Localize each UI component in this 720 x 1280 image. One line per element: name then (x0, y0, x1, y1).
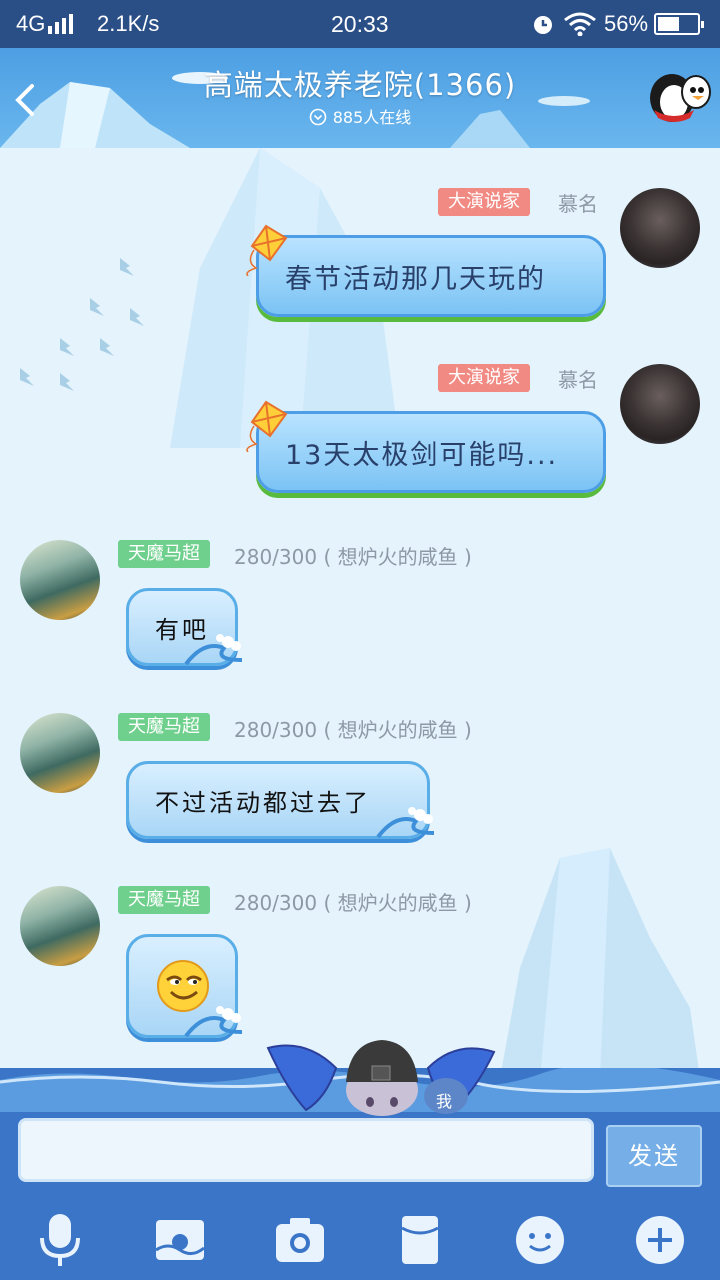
wave-decoration (376, 807, 435, 839)
plus-icon[interactable] (632, 1212, 688, 1268)
message-text: 不过活动都过去了 (155, 788, 371, 817)
message-item: 大演说家 慕名 春节活动那几天玩的 (0, 148, 720, 328)
message-item: 大演说家 慕名 13天太极剑可能吗... (0, 324, 720, 504)
mascot-icon (266, 1040, 496, 1116)
avatar[interactable] (20, 540, 100, 620)
battery-percent: 56% (604, 11, 649, 36)
member-title-badge: 天魔马超 (118, 886, 210, 914)
clock: 20:33 (331, 11, 389, 37)
wave-decoration (184, 634, 243, 666)
network-speed: 2.1K/s (97, 11, 160, 36)
member-title-badge: 大演说家 (438, 188, 530, 216)
member-title-badge: 天魔马超 (118, 540, 210, 568)
status-bar: 4G 2.1K/s 20:33 56% (0, 0, 720, 48)
avatar[interactable] (620, 364, 700, 444)
camera-icon[interactable] (272, 1212, 328, 1268)
kite-icon (246, 224, 288, 276)
message-item: 天魔马超 280/300 ( 想炉火的咸鱼 ) (0, 846, 720, 1046)
sender-name: 慕名 (558, 192, 598, 216)
wifi-icon (564, 12, 596, 36)
message-text: 13天太极剑可能吗... (285, 439, 559, 471)
signal-icon (48, 14, 78, 34)
emoji-icon[interactable] (512, 1212, 568, 1268)
microphone-icon[interactable] (32, 1212, 88, 1268)
sender-name: 280/300 ( 想炉火的咸鱼 ) (234, 545, 472, 569)
image-icon[interactable] (152, 1212, 208, 1268)
page-title: 高端太极养老院(1366) (203, 68, 517, 102)
network-type: 4G (16, 11, 46, 36)
sender-name: 慕名 (558, 368, 598, 392)
member-title-badge: 大演说家 (438, 364, 530, 392)
mascot-label: 我 (436, 1092, 453, 1111)
online-count[interactable]: 885人在线 (200, 104, 520, 128)
red-packet-icon[interactable] (392, 1212, 448, 1268)
avatar[interactable] (620, 188, 700, 268)
message-item: 天魔马超 280/300 ( 想炉火的咸鱼 ) 不过活动都过去了 (0, 673, 720, 848)
message-bubble[interactable]: 春节活动那几天玩的 (256, 235, 606, 317)
sender-name: 280/300 ( 想炉火的咸鱼 ) (234, 718, 472, 742)
message-input[interactable] (18, 1118, 594, 1182)
avatar[interactable] (20, 713, 100, 793)
sender-name: 280/300 ( 想炉火的咸鱼 ) (234, 891, 472, 915)
wave-decoration (184, 1006, 243, 1038)
battery-icon (654, 13, 704, 35)
member-title-badge: 天魔马超 (118, 713, 210, 741)
back-arrow-icon[interactable] (8, 80, 44, 120)
message-bubble[interactable]: 13天太极剑可能吗... (256, 411, 606, 493)
online-count-label: 885人在线 (332, 108, 412, 127)
avatar[interactable] (20, 886, 100, 966)
alarm-icon (534, 16, 552, 34)
kite-icon (246, 400, 288, 452)
chevron-down-icon (309, 108, 327, 126)
message-text: 春节活动那几天玩的 (285, 263, 546, 295)
send-button[interactable]: 发送 (606, 1125, 702, 1187)
group-profile-icon[interactable] (644, 66, 714, 126)
mascot-pendant[interactable]: 我 (266, 1038, 496, 1118)
message-item: 天魔马超 280/300 ( 想炉火的咸鱼 ) 有吧 (0, 500, 720, 675)
